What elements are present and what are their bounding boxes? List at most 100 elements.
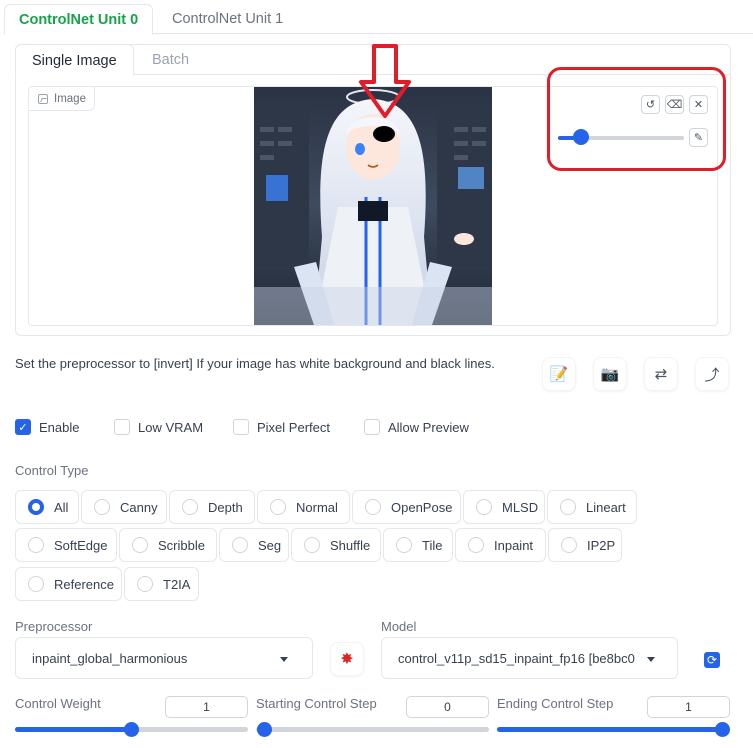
option-label: Inpaint [494, 537, 534, 553]
ending-step-fill [497, 727, 727, 732]
option-label: Normal [296, 499, 338, 515]
starting-step-slider[interactable] [256, 727, 489, 732]
send-dimensions-icon[interactable]: ⤴ [695, 357, 729, 391]
enable-checkbox[interactable]: ✓ Enable [15, 419, 79, 435]
option-label: OpenPose [391, 499, 453, 515]
starting-step-handle[interactable] [257, 722, 272, 737]
radio-dot [468, 537, 484, 553]
preprocessor-label: Preprocessor [15, 619, 93, 634]
tab-batch[interactable]: Batch [136, 44, 205, 76]
pixel-perfect-label: Pixel Perfect [257, 419, 330, 435]
allow-preview-checkbox[interactable]: Allow Preview [364, 419, 469, 435]
option-label: Scribble [158, 537, 205, 553]
radio-t2ia[interactable]: T2IA [124, 567, 199, 601]
option-label: MLSD [502, 499, 539, 515]
radio-tile[interactable]: Tile [383, 528, 453, 562]
radio-dot [28, 499, 44, 515]
hint-text: Set the preprocessor to [invert] If your… [15, 356, 495, 371]
chevron-down-icon [647, 657, 655, 662]
control-weight-handle[interactable] [124, 722, 139, 737]
option-label: Depth [208, 499, 243, 515]
allow-preview-label: Allow Preview [388, 419, 469, 435]
radio-dot [28, 576, 44, 592]
radio-dot [182, 499, 198, 515]
option-label: IP2P [587, 537, 616, 553]
refresh-models-icon[interactable]: ⟳ [704, 652, 720, 668]
checkbox-box [233, 419, 249, 435]
checkbox-box [364, 419, 380, 435]
anime-girl-illustration [254, 87, 492, 325]
image-label-text: Image [54, 92, 86, 105]
preprocessor-dropdown[interactable]: inpaint_global_harmonious [15, 637, 313, 679]
preprocessor-value: inpaint_global_harmonious [32, 650, 188, 666]
radio-depth[interactable]: Depth [169, 490, 255, 524]
radio-reference[interactable]: Reference [15, 567, 122, 601]
tab-controlnet-unit-1[interactable]: ControlNet Unit 1 [158, 4, 297, 35]
radio-dot [365, 499, 381, 515]
control-weight-input[interactable]: 1 [165, 696, 248, 718]
model-value: control_v11p_sd15_inpaint_fp16 [be8bc0 [398, 650, 635, 666]
radio-dot [270, 499, 286, 515]
radio-lineart[interactable]: Lineart [547, 490, 637, 524]
radio-openpose[interactable]: OpenPose [352, 490, 461, 524]
checkbox-box [114, 419, 130, 435]
edit-icon[interactable]: 📝 [542, 357, 576, 391]
radio-dot [132, 537, 148, 553]
option-label: Shuffle [330, 537, 371, 553]
ending-step-input[interactable]: 1 [647, 696, 730, 718]
control-weight-label: Control Weight [15, 696, 101, 711]
radio-canny[interactable]: Canny [81, 490, 167, 524]
radio-softedge[interactable]: SoftEdge [15, 528, 117, 562]
tab-single-image[interactable]: Single Image [15, 44, 134, 76]
checkmark-icon: ✓ [15, 419, 31, 435]
model-label: Model [381, 619, 417, 634]
radio-dot [476, 499, 492, 515]
radio-dot [561, 537, 577, 553]
enable-label: Enable [39, 419, 80, 435]
image-label: Image [28, 86, 95, 111]
pixel-perfect-checkbox[interactable]: Pixel Perfect [233, 419, 330, 435]
option-label: T2IA [163, 576, 191, 592]
ending-step-label: Ending Control Step [497, 696, 614, 711]
option-label: Tile [422, 537, 443, 553]
low-vram-checkbox[interactable]: Low VRAM [114, 419, 203, 435]
camera-icon[interactable]: 📷 [593, 357, 627, 391]
option-label: SoftEdge [54, 537, 108, 553]
annotation-highlight-box [547, 67, 726, 171]
radio-shuffle[interactable]: Shuffle [291, 528, 381, 562]
run-preprocessor-icon[interactable]: ✸ [330, 642, 364, 676]
radio-ip2p[interactable]: IP2P [548, 528, 622, 562]
radio-scribble[interactable]: Scribble [119, 528, 217, 562]
chevron-down-icon [280, 657, 288, 662]
ending-step-handle[interactable] [715, 722, 730, 737]
radio-mlsd[interactable]: MLSD [463, 490, 545, 524]
uploaded-image[interactable] [254, 87, 492, 325]
control-weight-fill [15, 727, 132, 732]
radio-dot [94, 499, 110, 515]
tab-controlnet-unit-0[interactable]: ControlNet Unit 0 [4, 4, 154, 35]
radio-normal[interactable]: Normal [257, 490, 350, 524]
control-type-label: Control Type [15, 463, 89, 478]
option-label: All [54, 499, 69, 515]
starting-step-input[interactable]: 0 [406, 696, 489, 718]
radio-dot [304, 537, 320, 553]
radio-all[interactable]: All [15, 490, 79, 524]
image-icon [38, 93, 48, 104]
option-label: Lineart [586, 499, 626, 515]
radio-dot [28, 537, 44, 553]
radio-inpaint[interactable]: Inpaint [455, 528, 546, 562]
option-label: Seg [258, 537, 282, 553]
option-label: Reference [54, 576, 114, 592]
radio-dot [560, 499, 576, 515]
option-label: Canny [120, 499, 158, 515]
model-dropdown[interactable]: control_v11p_sd15_inpaint_fp16 [be8bc0 [381, 637, 678, 679]
swap-icon[interactable]: ⇄ [644, 357, 678, 391]
starting-step-label: Starting Control Step [256, 696, 377, 711]
low-vram-label: Low VRAM [138, 419, 204, 435]
radio-dot [137, 576, 153, 592]
annotation-arrow-icon [359, 44, 411, 118]
radio-seg[interactable]: Seg [219, 528, 289, 562]
radio-dot [232, 537, 248, 553]
unit-tabs: ControlNet Unit 0 ControlNet Unit 1 [4, 4, 753, 35]
radio-dot [396, 537, 412, 553]
